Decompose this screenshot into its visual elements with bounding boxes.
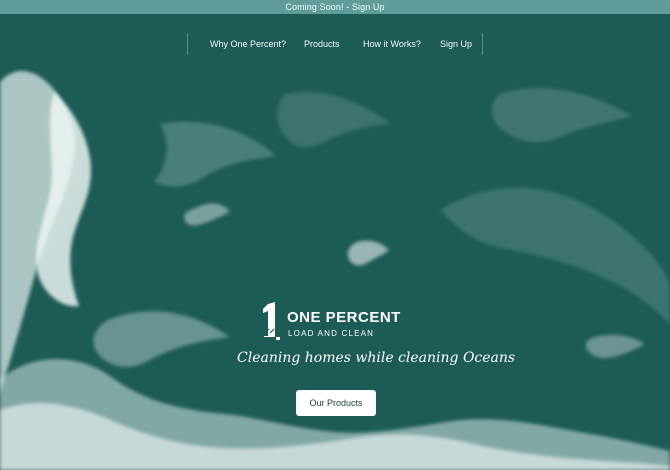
hero-tagline: Cleaning homes while cleaning Oceans [237,350,516,366]
coming-soon-text[interactable]: Coming Soon! - Sign Up [285,2,384,12]
coming-soon-banner[interactable]: Coming Soon! - Sign Up [0,0,670,14]
page: Coming Soon! - Sign Up Why One Percent? … [0,0,670,470]
nav-how-it-works[interactable]: How it Works? [363,33,421,55]
top-navigation: Why One Percent? Products How it Works? … [187,33,483,55]
one-percent-logo-icon: 1 [263,302,280,340]
nav-sign-up[interactable]: Sign Up [440,33,472,55]
hero-section: Why One Percent? Products How it Works? … [0,14,670,470]
nav-products[interactable]: Products [304,33,340,55]
nav-why-one-percent[interactable]: Why One Percent? [210,33,286,55]
logo-title: ONE PERCENT [287,309,401,326]
brand-logo: 1 ONE PERCENT LOAD AND CLEAN [261,302,413,342]
logo-subtitle: LOAD AND CLEAN [288,329,375,338]
our-products-button[interactable]: Our Products [296,390,376,416]
